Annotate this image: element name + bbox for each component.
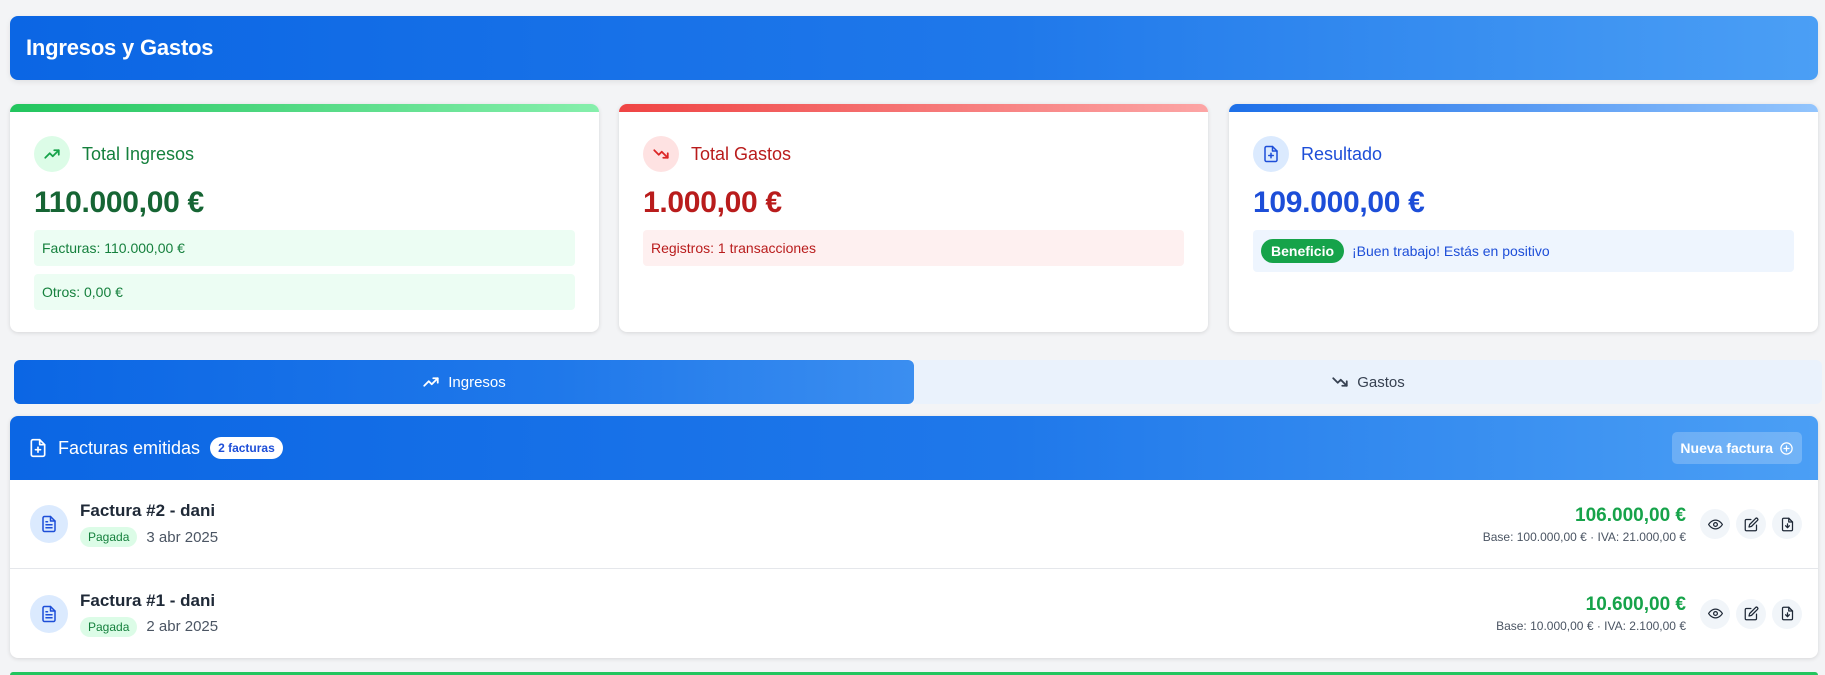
plus-circle-icon bbox=[1780, 441, 1793, 455]
profit-badge: Beneficio bbox=[1261, 239, 1345, 263]
status-badge: Pagada bbox=[80, 527, 138, 547]
download-button[interactable] bbox=[1772, 598, 1802, 629]
invoice-date: 2 abr 2025 bbox=[146, 618, 219, 635]
trending-down-icon bbox=[643, 136, 679, 172]
tab-label: Ingresos bbox=[448, 373, 506, 391]
new-invoice-label: Nueva factura bbox=[1680, 440, 1773, 456]
status-badge: Pagada bbox=[80, 616, 138, 637]
card-accent-bar bbox=[10, 104, 599, 112]
invoice-count-badge: 2 facturas bbox=[210, 437, 283, 459]
card-title: Total Gastos bbox=[691, 143, 792, 164]
result-info: Beneficio ¡Buen trabajo! Estás en positi… bbox=[1253, 230, 1794, 272]
income-summary-card: Total Ingresos 110.000,00 € Facturas: 11… bbox=[10, 104, 599, 332]
result-message: ¡Buen trabajo! Estás en positivo bbox=[1352, 243, 1550, 259]
income-other-info: Otros: 0,00 € bbox=[34, 274, 575, 310]
invoice-breakdown: Base: 10.000,00 € · IVA: 2.100,00 € bbox=[1496, 619, 1686, 633]
invoice-total: 10.600,00 € bbox=[1585, 594, 1686, 615]
card-accent-bar bbox=[619, 104, 1208, 112]
card-title: Total Ingresos bbox=[82, 143, 195, 164]
eye-icon bbox=[1707, 608, 1723, 619]
file-download-icon bbox=[1781, 517, 1793, 531]
page-header: Ingresos y Gastos bbox=[10, 16, 1818, 80]
document-icon bbox=[30, 594, 68, 633]
trending-down-icon bbox=[1332, 377, 1348, 387]
invoice-name: Factura #1 - dani bbox=[80, 590, 216, 610]
document-icon bbox=[30, 505, 68, 543]
panel-title: Facturas emitidas bbox=[58, 437, 201, 458]
expense-summary-card: Total Gastos 1.000,00 € Registros: 1 tra… bbox=[619, 104, 1208, 332]
file-plus-icon bbox=[30, 438, 46, 458]
download-button[interactable] bbox=[1772, 509, 1802, 539]
tab-gastos[interactable]: Gastos bbox=[914, 360, 1822, 404]
invoice-name: Factura #2 - dani bbox=[80, 501, 216, 520]
invoices-panel: Facturas emitidas 2 facturas Nueva factu… bbox=[10, 416, 1818, 658]
eye-icon bbox=[1707, 519, 1723, 529]
expense-records-info: Registros: 1 transacciones bbox=[643, 230, 1184, 266]
file-download-icon bbox=[1781, 606, 1793, 621]
tab-label: Gastos bbox=[1357, 373, 1405, 391]
card-title: Resultado bbox=[1301, 143, 1383, 164]
new-invoice-button[interactable]: Nueva factura bbox=[1672, 432, 1802, 464]
invoice-total: 106.000,00 € bbox=[1575, 504, 1686, 526]
income-invoices-info: Facturas: 110.000,00 € bbox=[34, 230, 575, 266]
income-total-amount: 110.000,00 € bbox=[34, 186, 204, 219]
file-plus-icon bbox=[1253, 136, 1289, 172]
view-button[interactable] bbox=[1700, 509, 1730, 539]
expense-total-amount: 1.000,00 € bbox=[643, 186, 782, 219]
trending-up-icon bbox=[34, 136, 70, 172]
result-summary-card: Resultado 109.000,00 € Beneficio ¡Buen t… bbox=[1229, 104, 1818, 332]
tab-ingresos[interactable]: Ingresos bbox=[14, 360, 914, 404]
trending-up-icon bbox=[423, 377, 439, 387]
view-button[interactable] bbox=[1700, 598, 1730, 629]
invoice-breakdown: Base: 100.000,00 € · IVA: 21.000,00 € bbox=[1482, 529, 1686, 544]
invoice-row[interactable]: Factura #1 - dani Pagada 2 abr 2025 10.6… bbox=[10, 569, 1818, 658]
edit-button[interactable] bbox=[1736, 509, 1766, 539]
result-amount: 109.000,00 € bbox=[1253, 186, 1425, 219]
tab-bar: Ingresos Gastos bbox=[14, 360, 1822, 404]
edit-icon bbox=[1744, 606, 1758, 621]
edit-button[interactable] bbox=[1736, 598, 1766, 629]
page-title: Ingresos y Gastos bbox=[26, 35, 214, 60]
card-accent-bar bbox=[1229, 104, 1818, 112]
edit-icon bbox=[1744, 517, 1758, 531]
panel-header: Facturas emitidas 2 facturas Nueva factu… bbox=[10, 416, 1818, 480]
invoice-date: 3 abr 2025 bbox=[146, 528, 219, 546]
invoice-row[interactable]: Factura #2 - dani Pagada 3 abr 2025 106.… bbox=[10, 480, 1818, 569]
